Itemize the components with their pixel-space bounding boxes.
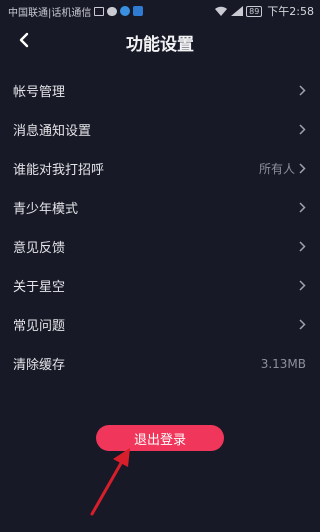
chevron-right-icon bbox=[299, 280, 306, 291]
settings-item-notifications[interactable]: 消息通知设置 bbox=[0, 110, 320, 149]
app-notification-icon bbox=[120, 6, 131, 16]
settings-item-right bbox=[299, 85, 306, 96]
app-notification-icon-2 bbox=[133, 6, 144, 16]
wifi-icon bbox=[214, 6, 228, 17]
back-arrow-icon bbox=[17, 32, 31, 52]
settings-item-right: 3.13MB bbox=[261, 357, 306, 371]
chevron-right-icon bbox=[299, 85, 306, 96]
chevron-right-icon bbox=[299, 124, 306, 135]
settings-item-right bbox=[299, 241, 306, 252]
settings-item-label: 谁能对我打招呼 bbox=[13, 163, 105, 178]
image-notification-icon bbox=[94, 6, 105, 16]
settings-item-teen-mode[interactable]: 青少年模式 bbox=[0, 188, 320, 227]
status-left: 中国联通|话机通信 bbox=[8, 4, 144, 19]
settings-item-right: 所有人 bbox=[259, 160, 306, 177]
settings-item-label: 青少年模式 bbox=[13, 202, 79, 217]
settings-item-label: 意见反馈 bbox=[13, 241, 66, 256]
settings-item-clear-cache[interactable]: 清除缓存 3.13MB bbox=[0, 344, 320, 383]
status-right: 89 下午2:58 bbox=[214, 3, 314, 19]
settings-item-label: 消息通知设置 bbox=[13, 124, 92, 139]
settings-item-value: 所有人 bbox=[258, 162, 295, 176]
settings-item-about[interactable]: 关于星空 bbox=[0, 266, 320, 305]
settings-item-label: 常见问题 bbox=[13, 319, 66, 334]
settings-item-feedback[interactable]: 意见反馈 bbox=[0, 227, 320, 266]
back-button[interactable] bbox=[12, 30, 36, 54]
page-title: 功能设置 bbox=[126, 34, 194, 55]
settings-list: 帐号管理 消息通知设置 谁能对我打招呼 所有人 青少年模式 意见反馈 关于星空 bbox=[0, 71, 320, 383]
chevron-right-icon bbox=[299, 163, 306, 174]
message-notification-icon bbox=[107, 6, 118, 16]
status-bar: 中国联通|话机通信 89 下午2:58 bbox=[0, 0, 320, 22]
annotation-arrow-icon bbox=[90, 448, 130, 516]
settings-item-label: 关于星空 bbox=[13, 280, 66, 295]
settings-item-right bbox=[299, 202, 306, 213]
settings-item-right bbox=[299, 319, 306, 330]
settings-item-label: 清除缓存 bbox=[13, 358, 66, 373]
settings-item-label: 帐号管理 bbox=[13, 85, 66, 100]
chevron-right-icon bbox=[299, 319, 306, 330]
settings-item-right bbox=[299, 124, 306, 135]
settings-item-greeting-permission[interactable]: 谁能对我打招呼 所有人 bbox=[0, 149, 320, 188]
nav-bar: 功能设置 bbox=[0, 22, 320, 62]
status-time: 下午2:58 bbox=[267, 5, 314, 18]
settings-item-faq[interactable]: 常见问题 bbox=[0, 305, 320, 344]
settings-item-account[interactable]: 帐号管理 bbox=[0, 71, 320, 110]
battery-indicator: 89 bbox=[246, 5, 263, 17]
carrier-text: 中国联通|话机通信 bbox=[8, 7, 92, 19]
chevron-right-icon bbox=[299, 241, 306, 252]
signal-icon bbox=[231, 6, 244, 16]
cache-size-value: 3.13MB bbox=[260, 356, 306, 371]
settings-item-right bbox=[299, 280, 306, 291]
chevron-right-icon bbox=[299, 202, 306, 213]
